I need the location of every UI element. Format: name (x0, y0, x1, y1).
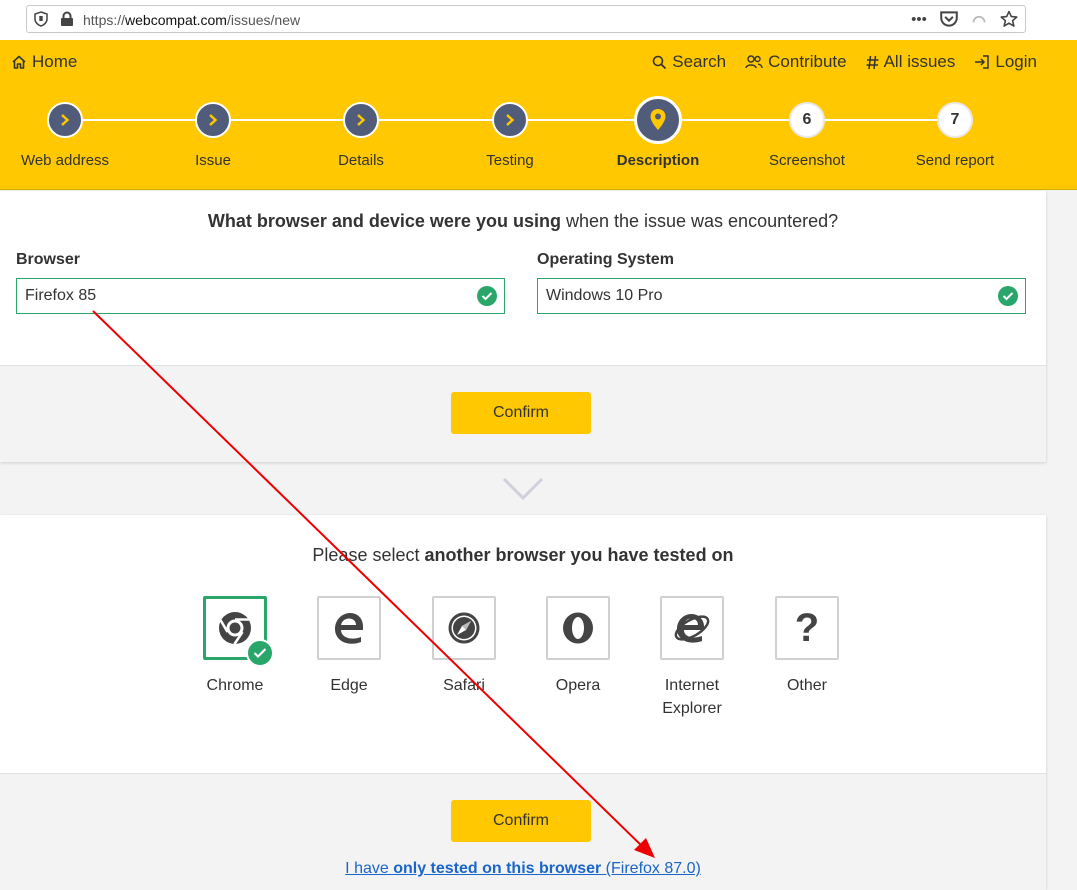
chrome-icon (219, 612, 251, 645)
reader-view-icon[interactable] (969, 10, 989, 28)
tested-question: Please select another browser you have t… (312, 545, 734, 565)
check-icon (998, 286, 1018, 306)
ie-icon (674, 614, 710, 643)
step-issue[interactable]: Issue (138, 102, 288, 169)
chevron-right-icon (357, 114, 366, 126)
step-label: Description (616, 152, 700, 169)
chevron-right-icon (61, 114, 70, 126)
os-label: Operating System (537, 251, 674, 268)
os-field[interactable]: Windows 10 Pro (537, 278, 1026, 314)
browser-option-label: Chrome (206, 677, 264, 694)
nav-search-label: Search (672, 52, 727, 71)
step-details[interactable]: Details (286, 102, 436, 169)
search-icon (652, 55, 667, 69)
browser-label: Browser (16, 251, 81, 268)
nav-contribute-label: Contribute (768, 52, 847, 71)
step-current-circle (634, 96, 682, 144)
chevron-right-icon (209, 114, 218, 126)
step-label: Details (338, 152, 384, 169)
nav-login-label: Login (995, 52, 1037, 71)
step-label: Screenshot (769, 152, 845, 169)
os-field-value: Windows 10 Pro (546, 287, 663, 304)
browser-field[interactable]: Firefox 85 (16, 278, 505, 314)
browser-option-box (317, 596, 381, 660)
users-icon (745, 55, 763, 69)
only-tested-link[interactable]: I have only tested on this browser (Fire… (0, 860, 1046, 878)
browser-option-other[interactable]: ? Other (757, 596, 857, 697)
browser-toolbar: https://webcompat.com/issues/new ••• (0, 0, 1077, 40)
browser-option-label: Opera (555, 677, 601, 694)
browser-option-internet-explorer[interactable]: Internet Explorer (642, 596, 742, 720)
browser-option-label: Internet Explorer (662, 677, 722, 717)
browser-option-safari[interactable]: Safari (414, 596, 514, 697)
nav-contribute[interactable]: Contribute (745, 52, 847, 72)
pocket-icon[interactable] (939, 10, 959, 28)
question-icon: ? (794, 606, 820, 650)
tested-browser-card: Please select another browser you have t… (0, 515, 1046, 890)
hash-icon (866, 55, 879, 69)
safari-icon (448, 612, 480, 644)
shield-icon[interactable] (34, 11, 48, 27)
step-label: Send report (915, 152, 995, 169)
step-number: 7 (937, 102, 973, 138)
confirm-tested-button[interactable]: Confirm (451, 800, 591, 842)
step-web-address[interactable]: Web address (0, 102, 140, 169)
nav-home[interactable]: Home (11, 52, 77, 72)
map-pin-icon (650, 109, 666, 130)
browser-option-box (203, 596, 274, 667)
site-header: Home Search Contribute All issues Login … (0, 40, 1077, 190)
more-actions-icon[interactable]: ••• (909, 10, 929, 28)
step-done-circle (47, 102, 83, 138)
browser-option-label: Safari (443, 677, 485, 694)
confirm-device-button[interactable]: Confirm (451, 392, 591, 434)
step-label: Testing (486, 152, 534, 169)
step-testing[interactable]: Testing (435, 102, 585, 169)
chevron-right-icon (506, 114, 515, 126)
edge-icon (335, 613, 363, 644)
nav-home-label: Home (32, 52, 78, 71)
browser-field-value: Firefox 85 (25, 287, 97, 304)
address-bar[interactable]: https://webcompat.com/issues/new ••• (26, 5, 1026, 33)
device-question: What browser and device were you using w… (207, 211, 839, 231)
nav-all-issues-label: All issues (883, 52, 956, 71)
nav-search[interactable]: Search (652, 52, 726, 72)
chevron-down-icon (502, 477, 544, 501)
step-screenshot: 6 Screenshot (732, 102, 882, 169)
browser-option-opera[interactable]: Opera (528, 596, 628, 697)
nav-all-issues[interactable]: All issues (866, 52, 956, 72)
step-done-circle (195, 102, 231, 138)
bookmark-star-icon[interactable] (999, 10, 1019, 28)
browser-option-box (432, 596, 496, 660)
login-icon (975, 55, 990, 69)
url-text[interactable]: https://webcompat.com/issues/new (83, 12, 300, 28)
nav-login[interactable]: Login (974, 52, 1037, 72)
browser-option-label: Edge (330, 677, 368, 694)
lock-icon[interactable] (60, 11, 74, 27)
step-label: Web address (20, 152, 110, 169)
browser-option-box (546, 596, 610, 660)
step-description[interactable]: Description (583, 96, 733, 169)
browser-option-chrome[interactable]: Chrome (185, 596, 285, 697)
check-icon (477, 286, 497, 306)
device-card: What browser and device were you using w… (0, 191, 1046, 462)
step-send-report: 7 Send report (880, 102, 1030, 169)
step-label: Issue (195, 152, 231, 169)
home-icon (12, 55, 26, 69)
selected-check-icon (246, 639, 274, 667)
browser-option-box (660, 596, 724, 660)
browser-option-box: ? (775, 596, 839, 660)
step-number: 6 (789, 102, 825, 138)
browser-option-edge[interactable]: Edge (299, 596, 399, 697)
step-done-circle (492, 102, 528, 138)
step-done-circle (343, 102, 379, 138)
opera-icon (563, 612, 593, 644)
browser-option-label: Other (786, 677, 827, 694)
